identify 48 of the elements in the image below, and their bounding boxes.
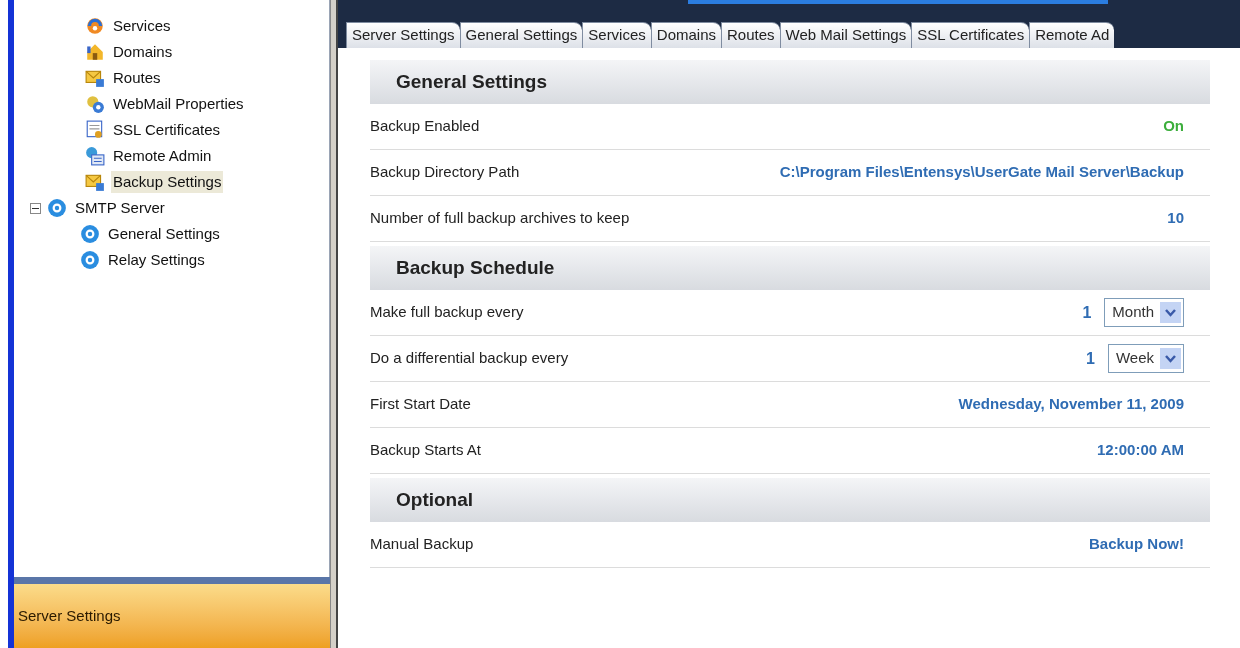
setting-label: First Start Date	[370, 394, 471, 415]
tab[interactable]: General Settings	[459, 22, 583, 48]
tab[interactable]: Server Settings	[346, 22, 460, 48]
tree-item[interactable]: Backup Settings	[111, 170, 224, 194]
tab[interactable]: Web Mail Settings	[779, 22, 912, 48]
interval-value[interactable]: 1	[1082, 300, 1092, 325]
unit-dropdown[interactable]: Week	[1107, 344, 1184, 373]
tab[interactable]: SSL Certificates	[911, 22, 1030, 48]
setting-link[interactable]: Backup Now!	[1089, 533, 1184, 556]
setting-label: Make full backup every	[370, 302, 524, 323]
envelope-icon	[85, 68, 105, 88]
chevron-down-icon	[1165, 354, 1176, 363]
tree-item[interactable]: Domains	[111, 40, 175, 64]
tree-item[interactable]: SSL Certificates	[111, 118, 222, 142]
setting-label: Backup Enabled	[370, 116, 480, 137]
tab[interactable]: Domains	[650, 22, 721, 48]
collapse-icon[interactable]	[30, 202, 41, 214]
setting-link[interactable]: C:\Program Files\Entensys\UserGate Mail Server\Backup	[779, 161, 1184, 184]
interval-value[interactable]: 1	[1086, 346, 1095, 371]
setting-label: Backup Directory Path	[370, 162, 520, 183]
chevron-down-icon	[1165, 308, 1176, 317]
envelope-icon	[85, 172, 105, 192]
tree-item[interactable]: SMTP Server	[73, 196, 167, 220]
tree-item[interactable]: WebMail Properties	[111, 92, 246, 116]
tree-item[interactable]: Services	[111, 14, 173, 38]
setting-label: Do a differential backup every	[370, 348, 569, 369]
unit-dropdown[interactable]: Month	[1104, 298, 1184, 327]
panel-title: Server Settings	[17, 605, 121, 626]
setting-link[interactable]: 10	[1167, 207, 1184, 230]
setting-label: Number of full backup archives to keep	[370, 208, 630, 229]
setting-link[interactable]: Wednesday, November 11, 2009	[958, 393, 1184, 416]
tab[interactable]: Remote Ad	[1029, 22, 1115, 48]
setting-link[interactable]: 12:00:00 AM	[1097, 439, 1184, 462]
section-header: General Settings	[370, 60, 1210, 104]
globe-screen-icon	[85, 146, 105, 166]
tree-item[interactable]: Routes	[111, 66, 163, 90]
house-icon	[85, 42, 105, 62]
setting-label: Manual Backup	[370, 534, 474, 555]
tab[interactable]: Routes	[721, 22, 780, 48]
tree-item[interactable]: General Settings	[106, 222, 222, 246]
tree-item[interactable]: Relay Settings	[106, 248, 207, 272]
section-header: Backup Schedule	[370, 246, 1210, 290]
tab[interactable]: Services	[582, 22, 651, 48]
certificate-icon	[85, 120, 105, 140]
splitter-bar[interactable]	[330, 0, 338, 648]
section-header: Optional	[370, 478, 1210, 522]
setting-label: Backup Starts At	[370, 440, 481, 461]
tree-item[interactable]: Remote Admin	[111, 144, 214, 168]
